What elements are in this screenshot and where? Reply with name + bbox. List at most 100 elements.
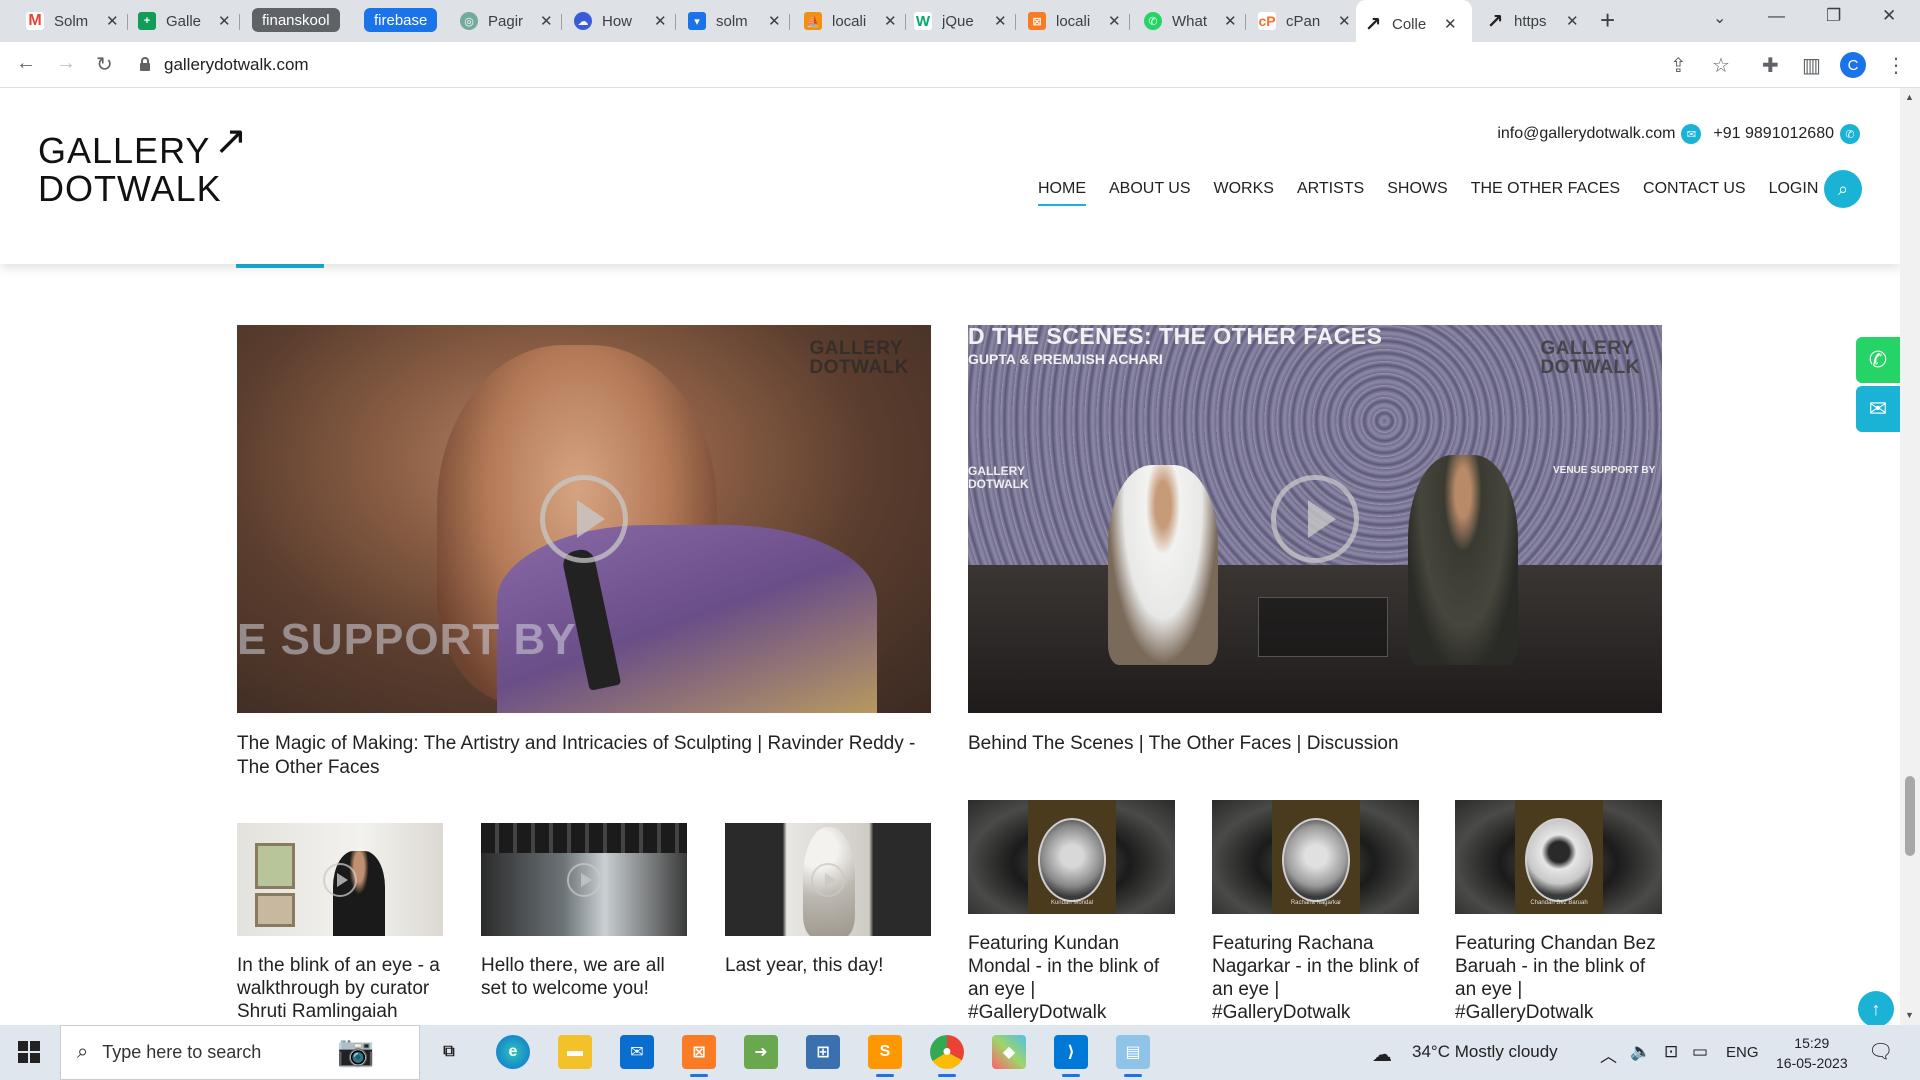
side-panel-icon[interactable]: ▥ [1802,53,1821,78]
chrome-browser-icon[interactable]: ● [930,1035,964,1077]
new-tab-button[interactable]: + [1600,7,1615,33]
mail-app-icon[interactable]: ✉ [620,1035,654,1069]
weather-cloud-icon[interactable]: ☁ [1372,1042,1392,1067]
share-icon[interactable]: ⇪ [1670,53,1687,78]
git-app-icon[interactable]: ◆ [992,1035,1026,1069]
play-button-icon[interactable] [1271,475,1359,563]
tab-solm[interactable]: ▾ solm ✕ [680,6,790,36]
video-thumbnail-chandan-bez-baruah[interactable]: Chandan Bez Baruah [1455,800,1662,914]
video-thumbnail-hello-there[interactable] [481,823,687,936]
video-thumbnail-walkthrough[interactable] [237,823,443,936]
reload-icon[interactable]: ↻ [96,52,113,77]
video-caption[interactable]: Featuring Chandan Bez Baruah - in the bl… [1455,932,1662,1024]
tab-jquery[interactable]: WjQue ✕ [906,6,1016,36]
close-icon[interactable]: ✕ [1338,12,1351,30]
video-caption[interactable]: Featuring Kundan Mondal - in the blink o… [968,932,1175,1024]
tab-cpanel[interactable]: cP cPan ✕ [1250,6,1359,36]
whatsapp-float-icon[interactable]: ✆ [1856,337,1900,383]
contact-email[interactable]: info@gallerydotwalk.com [1497,125,1675,143]
scrollbar-thumb[interactable] [1905,776,1915,856]
taskbar-search-box[interactable]: ⌕ Type here to search 📷 [60,1025,420,1080]
kebab-menu-icon[interactable]: ⋮ [1886,53,1906,78]
video-thumbnail-magic-of-making[interactable]: E SUPPORT BY GALLERY DOTWALK [237,325,931,713]
tray-chevron-icon[interactable]: ︿ [1600,1042,1617,1067]
email-float-icon[interactable]: ✉ [1856,386,1900,432]
scroll-down-arrow-icon[interactable]: ▼ [1905,1010,1914,1020]
nav-artists[interactable]: ARTISTS [1297,180,1364,206]
video-thumbnail-kundan-mondal[interactable]: Kundan Mondal [968,800,1175,914]
sublime-text-icon[interactable]: S [868,1035,902,1077]
play-button-icon[interactable] [323,862,357,897]
restore-button[interactable]: ❐ [1826,6,1841,26]
tab-whatsapp[interactable]: ✆ What ✕ [1136,6,1246,36]
nav-shows[interactable]: SHOWS [1387,180,1447,206]
nav-works[interactable]: WORKS [1214,180,1274,206]
close-icon[interactable]: ✕ [1444,15,1457,33]
nav-about-us[interactable]: ABOUT US [1109,180,1191,206]
address-bar[interactable]: gallerydotwalk.com [140,48,1700,82]
close-icon[interactable]: ✕ [106,12,119,30]
page-scrollbar[interactable]: ▲ ▼ [1900,88,1920,1025]
nav-login[interactable]: LOGIN [1769,180,1819,206]
tab-gmail[interactable]: M Solm ✕ [18,6,128,36]
tab-search-chevron-icon[interactable]: ⌄ [1713,8,1726,28]
back-to-top-arrow-icon[interactable]: ↑ [1858,991,1894,1025]
play-button-icon[interactable] [567,862,601,897]
close-window-button[interactable]: ✕ [1882,6,1896,26]
speaker-icon[interactable]: 🔈 [1630,1042,1651,1062]
edge-browser-icon[interactable]: e [496,1035,530,1069]
close-icon[interactable]: ✕ [1566,12,1579,30]
xampp-app-icon[interactable]: ⊠ [682,1035,716,1077]
tab-gallerydotwalk-active[interactable]: ↗ Colle ✕ [1356,0,1472,42]
weather-text[interactable]: 34°C Mostly cloudy [1412,1042,1558,1062]
play-button-icon[interactable] [540,475,628,563]
language-indicator[interactable]: ENG [1726,1044,1759,1061]
scroll-up-arrow-icon[interactable]: ▲ [1905,92,1914,102]
tab-chatgpt[interactable]: ◎ Pagir ✕ [452,6,562,36]
battery-icon[interactable]: ▭ [1692,1042,1708,1062]
notifications-icon[interactable]: 🗨 [1868,1039,1893,1064]
tab-xampp[interactable]: ⊠ locali ✕ [1020,6,1130,36]
video-thumbnail-behind-the-scenes[interactable]: D THE SCENES: THE OTHER FACES GUPTA & PR… [968,325,1662,713]
app-arrow-icon[interactable]: ➜ [744,1035,778,1069]
minimize-button[interactable]: — [1768,6,1785,26]
nav-contact-us[interactable]: CONTACT US [1643,180,1746,206]
search-icon[interactable]: ⌕ [1824,170,1862,208]
forward-arrow-icon[interactable]: → [56,52,76,75]
close-icon[interactable]: ✕ [1108,12,1121,30]
video-caption[interactable]: Featuring Rachana Nagarkar - in the blin… [1212,932,1419,1024]
nav-the-other-faces[interactable]: THE OTHER FACES [1471,180,1620,206]
video-caption[interactable]: Last year, this day! [725,954,931,977]
tab-https[interactable]: ↗ https ✕ [1478,6,1587,36]
tab-sheets[interactable]: + Galle ✕ [130,6,240,36]
back-arrow-icon[interactable]: ← [16,52,36,75]
nav-home[interactable]: HOME [1038,180,1086,206]
close-icon[interactable]: ✕ [218,12,231,30]
tab-group-firebase[interactable]: firebase [364,8,438,32]
app-window-icon[interactable]: ▤ [1116,1035,1150,1077]
contact-phone[interactable]: +91 9891012680 [1713,125,1834,143]
close-icon[interactable]: ✕ [540,12,553,30]
close-icon[interactable]: ✕ [1224,12,1237,30]
video-caption[interactable]: In the blink of an eye - a walkthrough b… [237,954,443,1023]
video-thumbnail-rachana-nagarkar[interactable]: Rachana Nagarkar [1212,800,1419,914]
video-thumbnail-last-year[interactable] [725,823,931,936]
play-button-icon[interactable] [811,862,845,897]
video-caption[interactable]: Behind The Scenes | The Other Faces | Di… [968,732,1658,756]
bookmark-star-icon[interactable]: ☆ [1712,53,1730,78]
url-text[interactable]: gallerydotwalk.com [164,55,309,75]
tab-group-finanskool[interactable]: finanskool [252,8,340,32]
task-view-icon[interactable]: ⧉ [432,1035,466,1069]
network-app-icon[interactable]: ⊞ [806,1035,840,1069]
video-caption[interactable]: The Magic of Making: The Artistry and In… [237,732,927,780]
file-explorer-icon[interactable]: ▬ [558,1035,592,1069]
tab-phpmyadmin[interactable]: ⛵ locali ✕ [796,6,906,36]
vscode-icon[interactable]: ⟩ [1054,1035,1088,1077]
windows-start-icon[interactable] [18,1041,40,1063]
close-icon[interactable]: ✕ [654,12,667,30]
close-icon[interactable]: ✕ [768,12,781,30]
extensions-puzzle-icon[interactable]: ✚ [1762,53,1779,78]
video-caption[interactable]: Hello there, we are all set to welcome y… [481,954,687,1000]
network-icon[interactable]: ⊡ [1664,1042,1678,1062]
close-icon[interactable]: ✕ [884,12,897,30]
